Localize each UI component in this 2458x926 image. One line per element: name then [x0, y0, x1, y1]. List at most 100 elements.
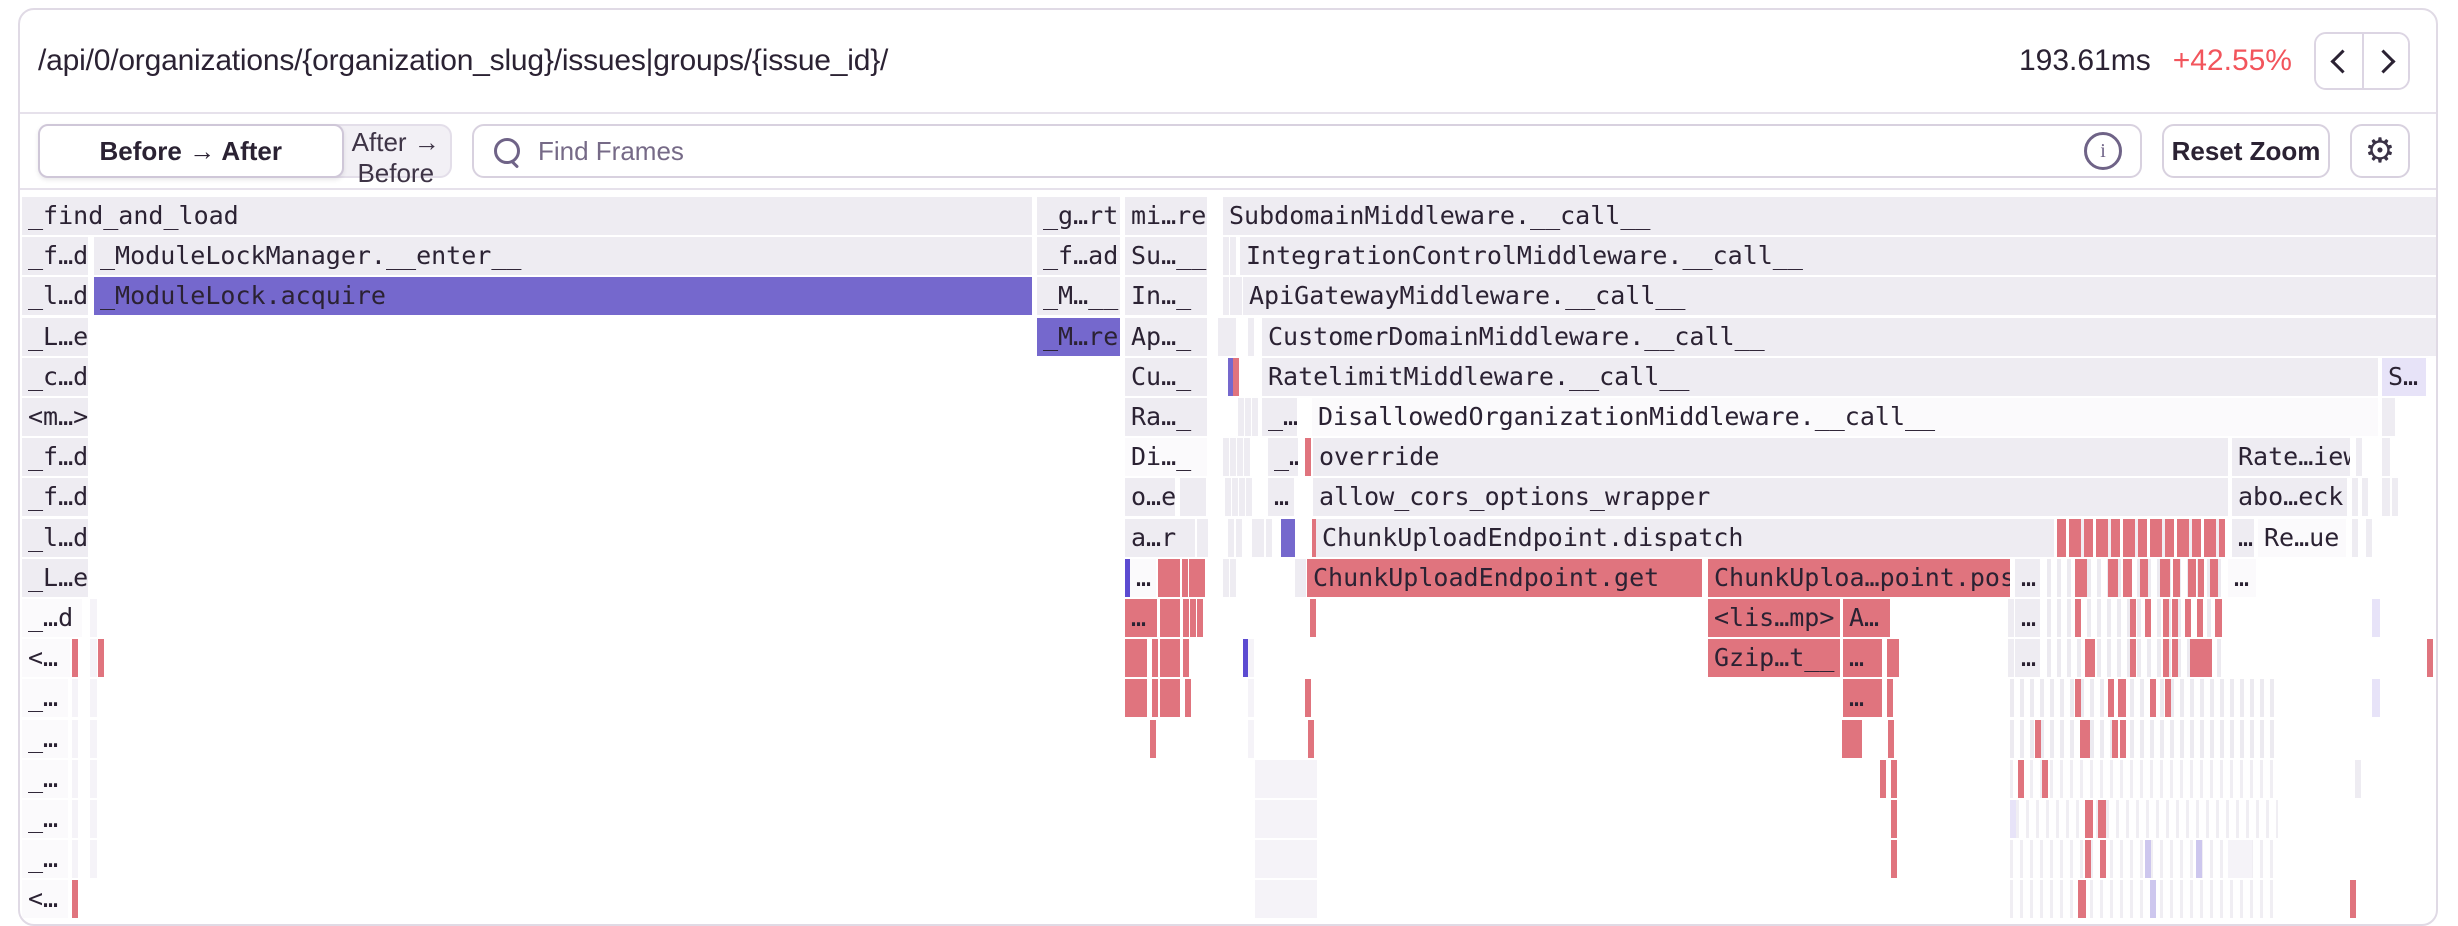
frame-sliver[interactable]: [1248, 639, 1254, 677]
frame-bar[interactable]: In…_: [1125, 277, 1207, 315]
frame-sliver[interactable]: [2352, 478, 2358, 516]
frame-sliver[interactable]: [2008, 599, 2014, 637]
frame-sliver[interactable]: [1891, 760, 1897, 798]
frame-sliver[interactable]: [1225, 478, 1231, 516]
frame-sliver[interactable]: [1223, 559, 1229, 597]
frame-sliver[interactable]: [2085, 840, 2091, 878]
frame-bar[interactable]: _g…rt: [1037, 197, 1120, 235]
frame-bar[interactable]: …: [1268, 478, 1294, 516]
frame-bar[interactable]: a…r: [1125, 519, 1195, 557]
frame-sliver[interactable]: [2185, 599, 2191, 637]
frame-sliver[interactable]: [90, 720, 97, 758]
frame-sliver[interactable]: [1891, 800, 1897, 838]
frame-sliver[interactable]: [2145, 840, 2151, 878]
frame-sliver[interactable]: [2108, 679, 2114, 717]
frame-sliver[interactable]: [1300, 559, 1306, 597]
frame-bar[interactable]: ChunkUploadEndpoint.dispatch: [1316, 519, 2054, 557]
frame-sliver[interactable]: [1237, 438, 1243, 476]
frame-sliver[interactable]: [1246, 478, 1252, 516]
frame-sliver[interactable]: [2120, 720, 2126, 758]
frame-sliver[interactable]: [2100, 840, 2106, 878]
frame-bar[interactable]: IntegrationControlMiddleware.__call__: [1240, 237, 2436, 275]
frame-bar[interactable]: _l…d: [22, 519, 88, 557]
frame-sliver[interactable]: [72, 880, 78, 918]
frame-sliver[interactable]: [1158, 559, 1180, 597]
frame-bar[interactable]: _l…d: [22, 277, 88, 315]
frame-sliver[interactable]: [1248, 679, 1254, 717]
frame-bar[interactable]: <…: [22, 639, 70, 677]
frame-sliver[interactable]: [2018, 760, 2024, 798]
frame-sliver[interactable]: [1238, 398, 1244, 436]
frame-sliver[interactable]: [2382, 438, 2390, 476]
frame-sliver[interactable]: [2080, 720, 2090, 758]
frame-bar[interactable]: <m…>: [22, 398, 88, 436]
frame-sliver[interactable]: [1266, 519, 1272, 557]
frame-sliver[interactable]: [2350, 880, 2356, 918]
frame-bar[interactable]: …: [2015, 599, 2040, 637]
frame-bar[interactable]: …: [1125, 599, 1157, 637]
frame-sliver[interactable]: [2362, 478, 2368, 516]
frame-bar[interactable]: …: [1130, 559, 1156, 597]
frame-sliver[interactable]: [2008, 639, 2014, 677]
frame-sliver[interactable]: [1190, 599, 1196, 637]
frame-sliver[interactable]: [2172, 599, 2178, 637]
frame-sliver[interactable]: [2130, 599, 2136, 637]
frame-bar[interactable]: _…: [22, 800, 68, 838]
frame-sliver[interactable]: [1232, 478, 1238, 516]
frame-bar[interactable]: _…: [22, 760, 68, 798]
frame-sliver[interactable]: [2057, 519, 2225, 557]
frame-sliver[interactable]: [2372, 679, 2380, 717]
frame-bar[interactable]: Ra…_: [1125, 398, 1207, 436]
frame-sliver[interactable]: [90, 679, 97, 717]
frame-sliver[interactable]: [72, 840, 78, 878]
frame-sliver[interactable]: [72, 679, 78, 717]
frame-sliver[interactable]: [2215, 599, 2222, 637]
frame-bar[interactable]: S…: [2382, 358, 2426, 396]
frame-bar[interactable]: _…: [22, 679, 68, 717]
frame-sliver[interactable]: [90, 840, 97, 878]
frame-sliver[interactable]: [1199, 559, 1205, 597]
frame-sliver[interactable]: [2016, 800, 2278, 838]
frame-sliver[interactable]: [2075, 679, 2081, 717]
frame-sliver[interactable]: [2010, 880, 2278, 918]
frame-sliver[interactable]: [2210, 559, 2218, 597]
frame-sliver[interactable]: [1183, 639, 1189, 677]
frame-sliver[interactable]: [2198, 559, 2204, 597]
frame-sliver[interactable]: [72, 720, 78, 758]
frame-sliver[interactable]: [1310, 599, 1316, 637]
frame-bar[interactable]: Di…_: [1125, 438, 1207, 476]
frame-sliver[interactable]: [1125, 679, 1147, 717]
frame-sliver[interactable]: [2160, 559, 2170, 597]
frame-bar[interactable]: ChunkUploa…point.post: [1708, 559, 2010, 597]
frame-bar[interactable]: o…e: [1125, 478, 1175, 516]
frame-sliver[interactable]: [1308, 720, 1314, 758]
frame-sliver[interactable]: [2150, 880, 2156, 918]
frame-sliver[interactable]: [1182, 559, 1188, 597]
frame-sliver[interactable]: [2172, 639, 2178, 677]
frame-sliver[interactable]: [2075, 599, 2081, 637]
frame-sliver[interactable]: [72, 639, 78, 677]
frame-bar[interactable]: _…: [22, 840, 68, 878]
frame-sliver[interactable]: [1255, 840, 1317, 878]
frame-sliver[interactable]: [1233, 358, 1239, 396]
frame-bar[interactable]: Ap…_: [1125, 318, 1207, 356]
frame-sliver[interactable]: [1197, 599, 1203, 637]
frame-sliver[interactable]: [2042, 760, 2048, 798]
frame-sliver[interactable]: [1223, 277, 1229, 315]
frame-bar[interactable]: _L…e: [22, 559, 88, 597]
frame-sliver[interactable]: [2108, 559, 2118, 597]
frame-sliver[interactable]: [90, 599, 97, 637]
frame-sliver[interactable]: [1223, 237, 1229, 275]
frame-bar[interactable]: override: [1313, 438, 2228, 476]
frame-sliver[interactable]: [1888, 720, 1894, 758]
frame-sliver[interactable]: [98, 639, 104, 677]
frame-sliver[interactable]: [2355, 760, 2361, 798]
frame-bar[interactable]: _M…re: [1037, 318, 1120, 356]
frame-sliver[interactable]: [1880, 760, 1886, 798]
frame-sliver[interactable]: [1887, 679, 1893, 717]
frame-sliver[interactable]: [1230, 559, 1236, 597]
flamegraph[interactable]: _find_and_load_g…rtmi…reSubdomainMiddlew…: [20, 10, 2436, 924]
frame-sliver[interactable]: [1228, 519, 1234, 557]
frame-sliver[interactable]: [2098, 800, 2106, 838]
frame-sliver[interactable]: [2197, 599, 2203, 637]
